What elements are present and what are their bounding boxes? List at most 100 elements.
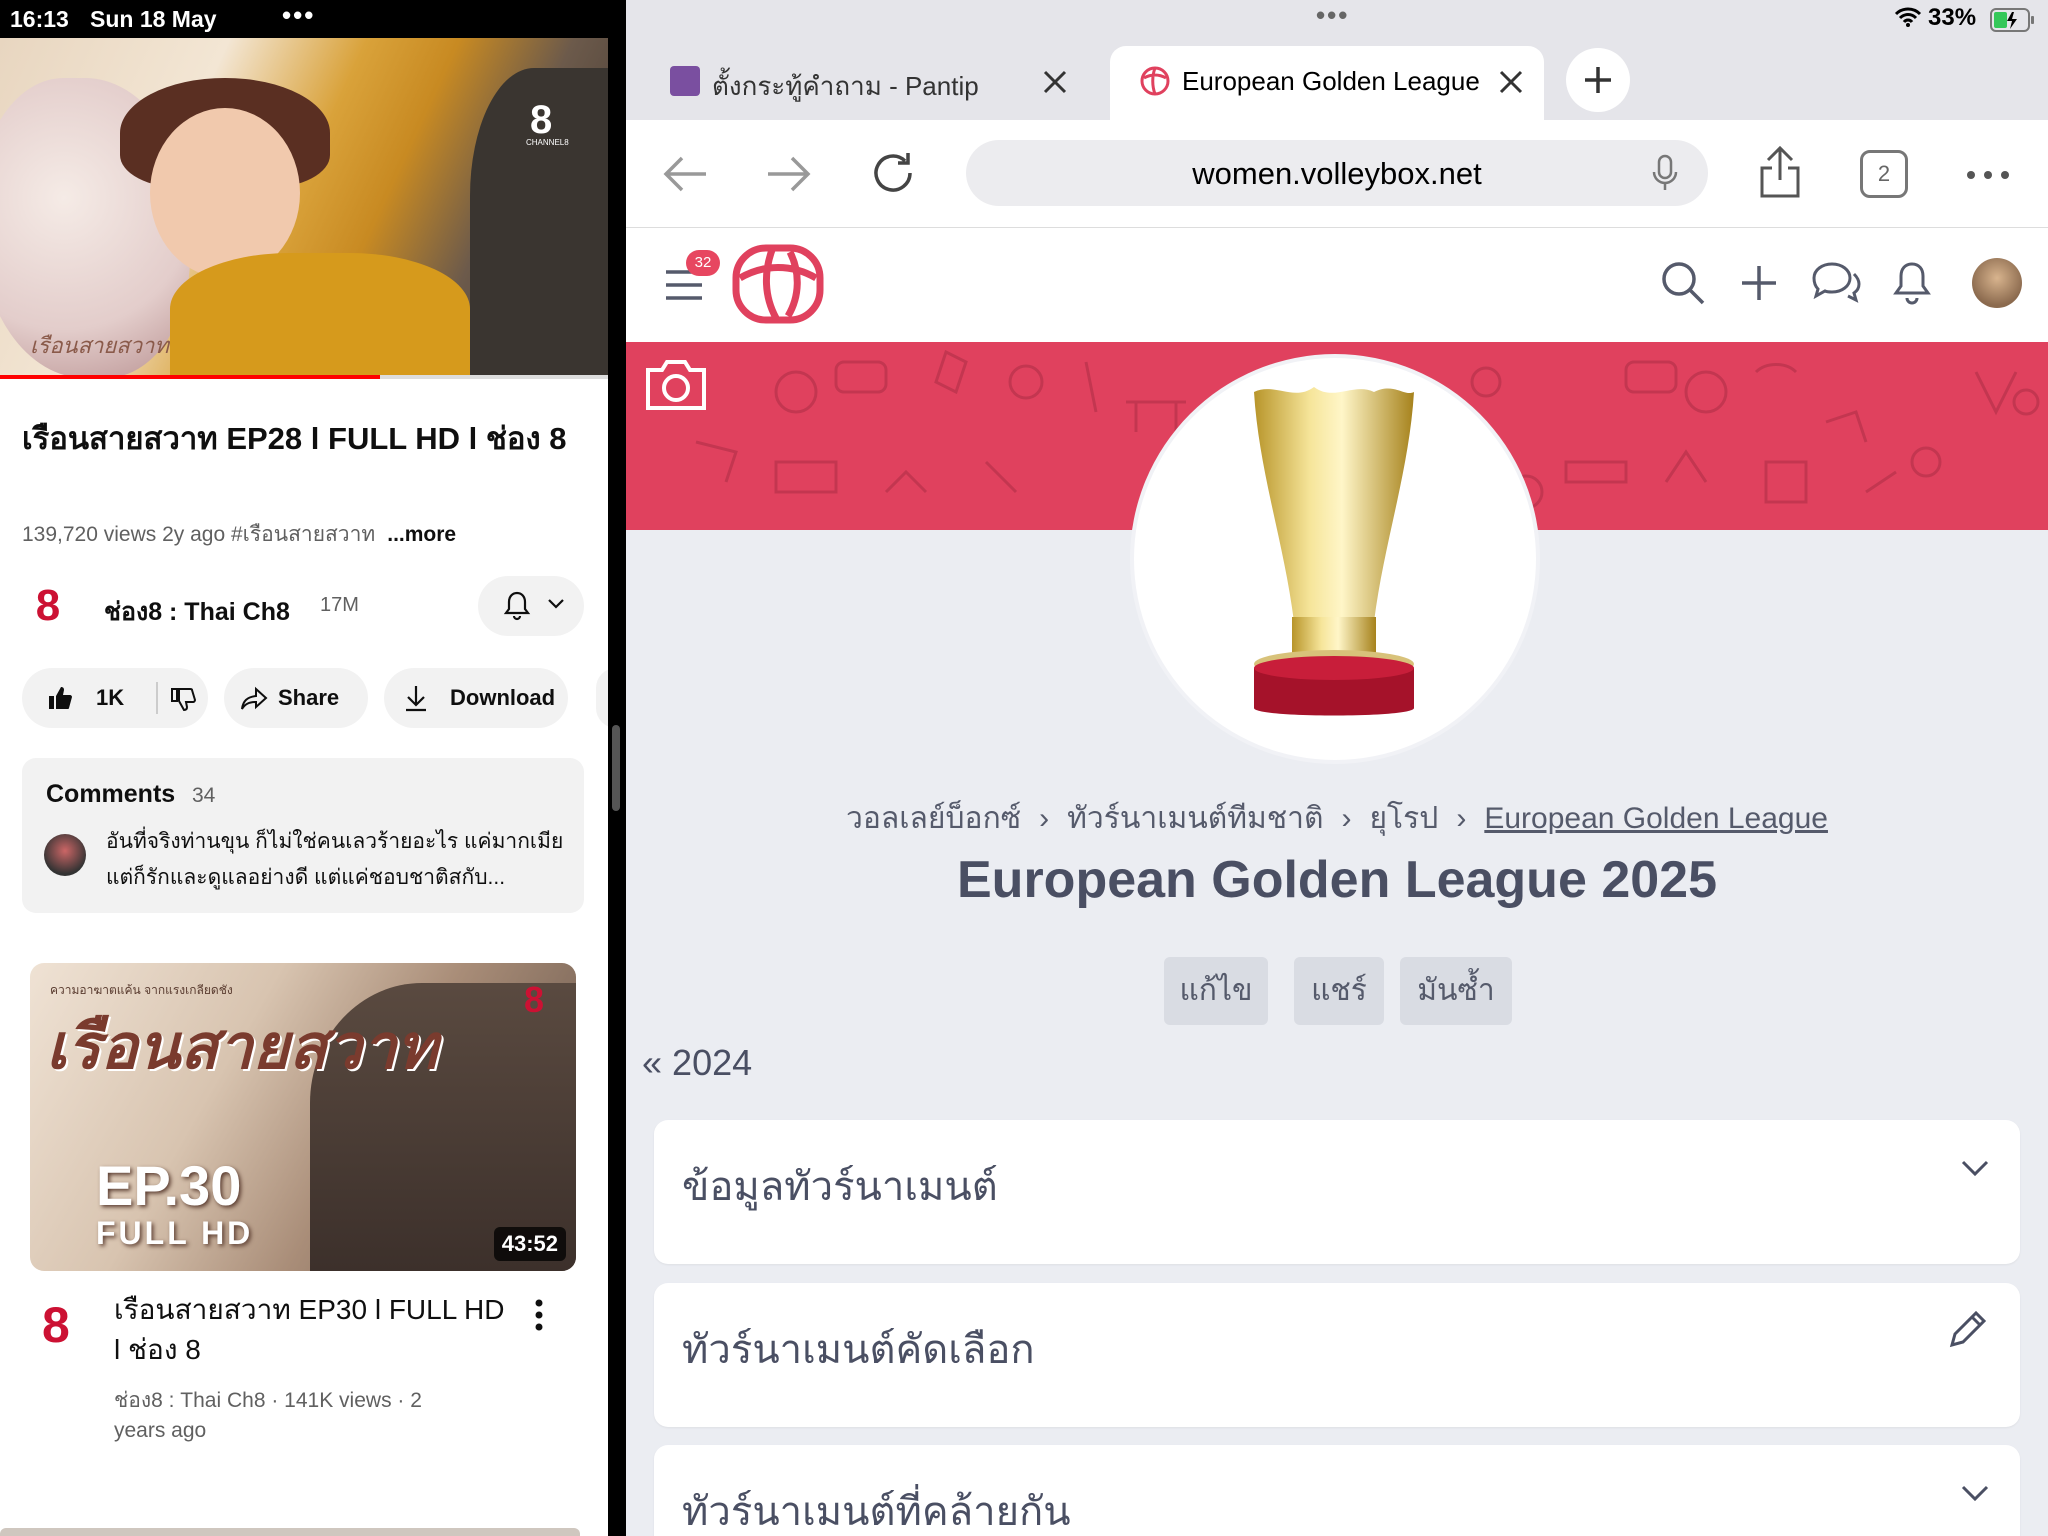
thumbs-up-icon[interactable] [46,684,74,712]
comment-preview: อันที่จริงท่านขุน ก็ไม่ใช่คนเลวร้ายอะไร … [106,830,564,889]
site-header: 32 [626,228,2048,342]
like-count[interactable]: 1K [96,685,124,711]
bell-icon[interactable] [1892,260,1932,306]
previous-season-link[interactable]: « 2024 [642,1042,752,1084]
volleybox-favicon [1140,66,1170,96]
chevron-right-icon: › [1341,802,1352,835]
battery-charging-icon [1990,8,2034,32]
download-button[interactable]: Download [384,668,568,728]
thumbnail-episode: EP.30 [96,1154,242,1217]
subscription-bell-button[interactable] [478,576,584,636]
next-video-meta: ช่อง8 : Thai Ch8 · 141K views · 2 years … [114,1389,422,1442]
video-stats: 139,720 views 2y ago #เรือนสายสวาท [22,523,376,546]
notification-count-badge: 32 [686,250,720,276]
microphone-icon[interactable] [1652,154,1678,192]
download-icon [406,686,426,712]
breadcrumb: วอลเลย์บ็อกซ์ › ทัวร์นาเมนต์ทีมชาติ › ยุโรป ›… [626,795,2048,842]
video-meta[interactable]: 139,720 views 2y ago #เรือนสายสวาท ...mor… [22,518,456,551]
split-view-divider[interactable] [608,0,626,1536]
page-title: European Golden League 2025 [957,851,1717,909]
next-video-channel-avatar[interactable]: 8 [42,1296,70,1354]
forward-arrow-icon[interactable] [766,154,812,194]
edit-button[interactable]: แก้ไข [1164,957,1268,1025]
share-page-button[interactable]: แชร์ [1294,957,1384,1025]
chevron-down-icon[interactable] [1960,1158,1990,1178]
tab-european-golden-league[interactable]: European Golden League [1110,46,1544,120]
clock: 16:13 [10,6,69,32]
volleybox-logo[interactable] [732,244,824,324]
multitasking-dots[interactable]: ••• [1316,0,1349,31]
share-arrow-icon [241,686,268,710]
share-icon[interactable] [1758,144,1802,200]
comments-count: 34 [192,784,216,807]
thumbnail-ch8-logo: 8 [524,979,545,1020]
channel-avatar[interactable]: 8 [28,582,68,630]
breadcrumb-current[interactable]: European Golden League [1484,802,1828,835]
chat-bubbles-icon[interactable] [1810,260,1862,304]
share-button[interactable]: Share [224,668,368,728]
video-frame-shirt [170,253,470,378]
back-arrow-icon[interactable] [662,154,708,194]
search-icon[interactable] [1660,260,1706,306]
commenter-avatar [44,834,86,876]
tab-count-button[interactable]: 2 [1860,150,1908,198]
breadcrumb-item[interactable]: ยุโรป [1369,802,1438,835]
date: Sun 18 May [90,6,217,32]
more-vert-icon[interactable] [534,1298,544,1332]
subscriber-count: 17M [320,594,359,616]
comments-heading: Comments [46,780,176,808]
qualification-tournaments-section[interactable]: ทัวร์นาเมนต์คัดเลือก [654,1283,2020,1427]
section-title: ข้อมูลทัวร์นาเมนต์ [682,1165,998,1209]
breadcrumb-item[interactable]: วอลเลย์บ็อกซ์ [846,802,1021,835]
browser-toolbar: women.volleybox.net 2 [626,120,2048,228]
channel-row: 8 ช่อง8 : Thai Ch8 17M [22,576,592,636]
address-bar[interactable]: women.volleybox.net [966,140,1708,206]
video-player[interactable]: 8 CHANNEL8 เรือนสายสวาท [0,38,608,378]
tournament-logo [1134,358,1536,760]
reload-icon[interactable] [870,150,916,196]
next-video-thumbnail[interactable]: ความอาฆาตแค้น จากแรงเกลียดชัง เรือนสายสว… [30,963,576,1271]
channel-name[interactable]: ช่อง8 : Thai Ch8 [104,592,290,632]
double-chevron-left-icon: « [642,1042,663,1083]
previous-season-label: 2024 [672,1042,753,1083]
more-actions-pill[interactable] [596,668,608,728]
like-dislike-group: 1K [22,668,208,728]
video-progress-fill [0,375,380,379]
similar-tournaments-section[interactable]: ทัวร์นาเมนต์ที่คล้ายกัน [654,1445,2020,1536]
screen: 16:13 Sun 18 May ••• 8 CHANNEL8 เรือนสาย… [0,0,2048,1536]
plus-icon [1585,67,1611,93]
tab-pantip[interactable]: ตั้งกระทู้คำถาม - Pantip [640,46,1080,120]
chevron-right-icon: › [1456,802,1467,835]
section-title: ทัวร์นาเมนต์คัดเลือก [682,1328,1035,1372]
tournament-info-section[interactable]: ข้อมูลทัวร์นาเมนต์ [654,1120,2020,1264]
browser-chrome: ••• 33% ตั้งกระทู้คำถาม - Pantip Europea… [626,0,2048,228]
status-bar: 16:13 Sun 18 May ••• [0,0,608,38]
tab-active-label: European Golden League [1182,66,1480,96]
camera-icon[interactable] [644,356,708,412]
close-tab-icon[interactable] [1040,64,1070,98]
video-progress-bar[interactable] [0,375,608,379]
youtube-pane: 16:13 Sun 18 May ••• 8 CHANNEL8 เรือนสาย… [0,0,608,1536]
share-label: Share [278,685,340,710]
video-title: เรือนสายสวาท EP28 l FULL HD l ช่อง 8 [22,421,567,456]
new-tab-button[interactable] [1566,48,1630,112]
close-tab-icon[interactable] [1496,64,1526,98]
multitasking-dots[interactable]: ••• [282,0,315,31]
more-horizontal-icon[interactable] [1966,170,2010,180]
thumbs-down-icon[interactable] [170,686,196,712]
url-text[interactable]: women.volleybox.net [966,156,1708,192]
more-link[interactable]: ...more [387,523,456,546]
next-video-title[interactable]: เรือนสายสวาท EP30 l FULL HD l ช่อง 8 [114,1290,514,1370]
plus-icon[interactable] [1740,264,1778,302]
pencil-icon[interactable] [1946,1307,1990,1351]
user-avatar[interactable] [1972,258,2022,308]
split-view-handle[interactable] [612,725,620,811]
browser-pane: ••• 33% ตั้งกระทู้คำถาม - Pantip Europea… [626,0,2048,1536]
download-label: Download [450,685,556,710]
chevron-down-icon[interactable] [1960,1483,1990,1503]
comments-panel[interactable]: Comments 34 อันที่จริงท่านขุน ก็ไม่ใช่คน… [22,758,584,913]
next-item-thumbnail-edge [0,1528,580,1536]
breadcrumb-item[interactable]: ทัวร์นาเมนต์ทีมชาติ [1067,802,1323,835]
duplicate-report-button[interactable]: มันซ้ำ [1400,957,1512,1025]
thumbnail-tagline: ความอาฆาตแค้น จากแรงเกลียดชัง [50,983,233,997]
